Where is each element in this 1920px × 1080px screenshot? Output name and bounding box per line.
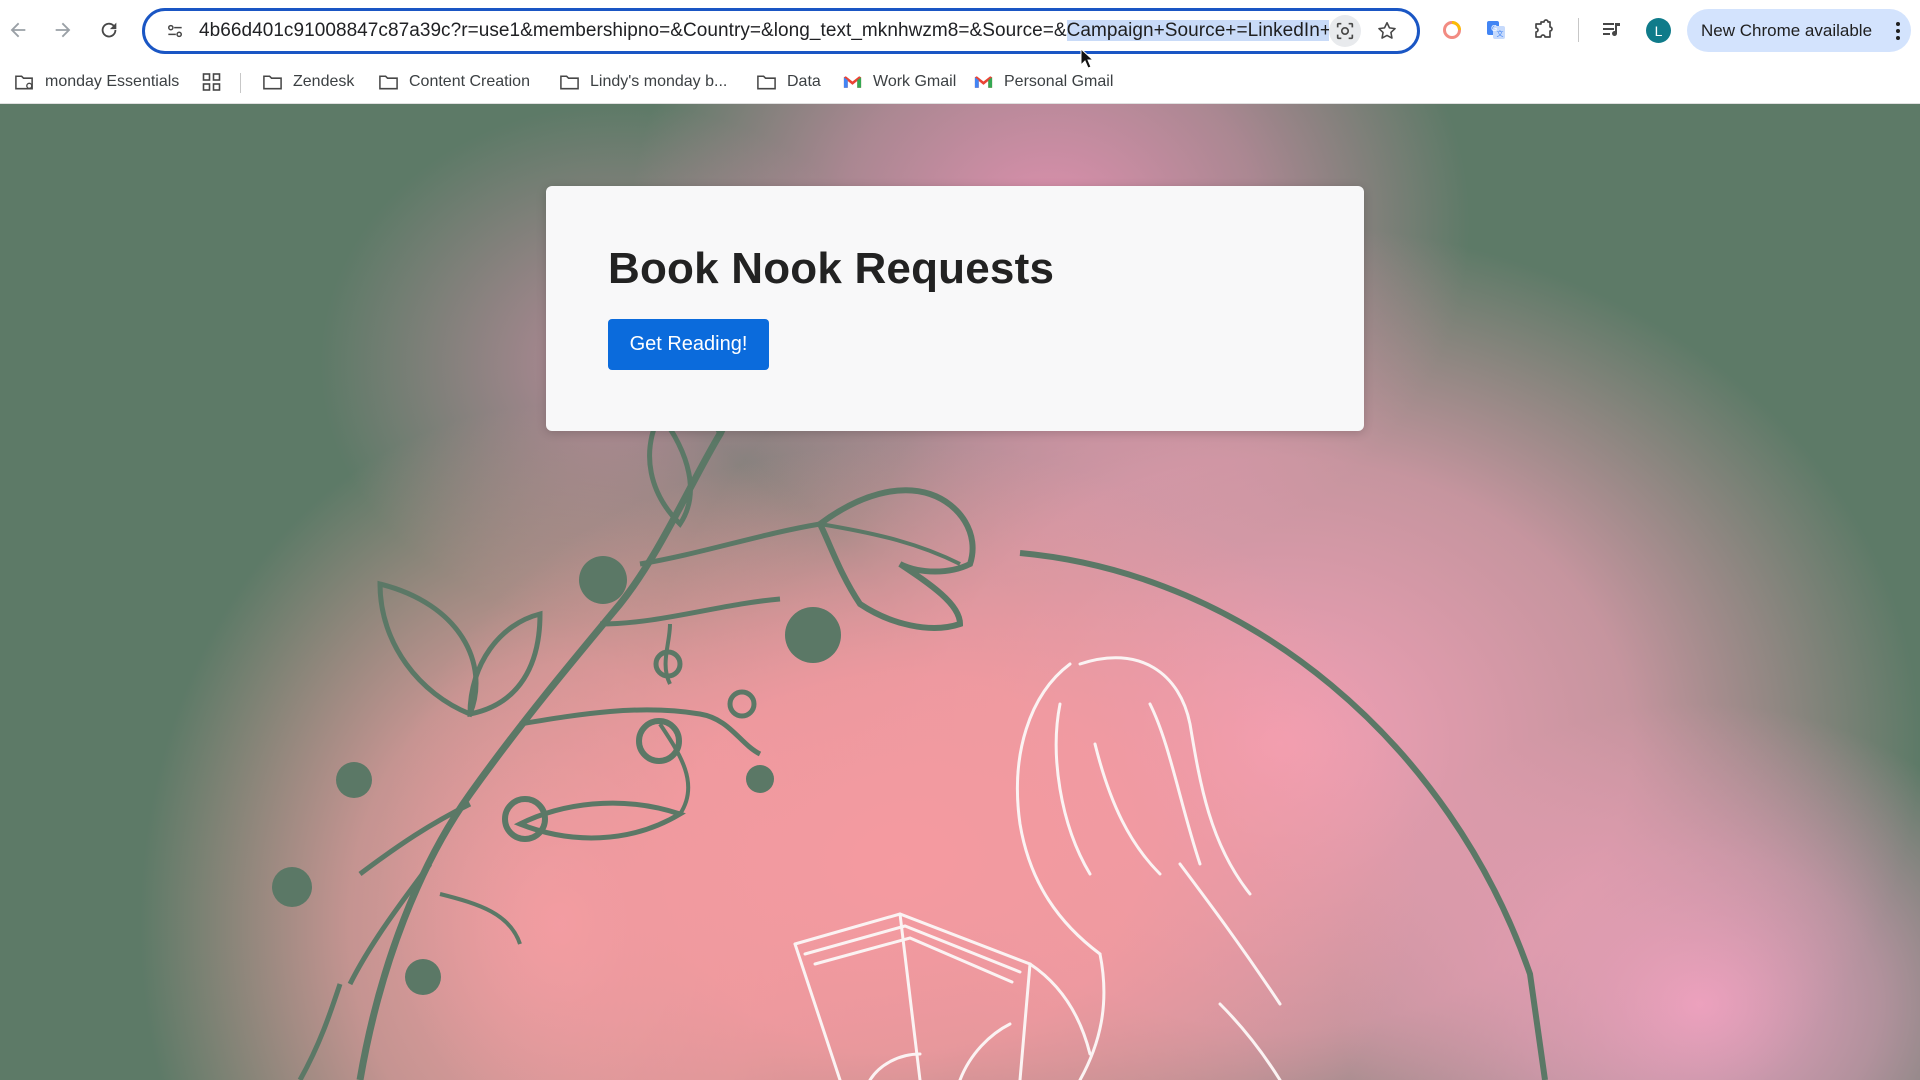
update-chrome-label: New Chrome available (1701, 20, 1873, 40)
bookmark-apps[interactable] (201, 68, 222, 96)
extensions-puzzle-icon (1535, 19, 1553, 38)
page-background: Book Nook Requests Get Reading! (0, 104, 1920, 1080)
svg-text:文: 文 (1497, 29, 1504, 38)
update-chrome-button[interactable]: New Chrome available (1687, 9, 1911, 52)
folder-icon (263, 75, 282, 90)
bookmark-lindys-monday[interactable]: Lindy's monday b... (559, 68, 727, 96)
translate-button[interactable]: G文 (1480, 14, 1512, 46)
lens-button[interactable] (1329, 15, 1361, 47)
url-selection: Campaign+Source+=LinkedIn+ (1066, 20, 1329, 41)
browser-toolbar: 4b66d401c91008847c87a39c?r=use1&membersh… (0, 0, 1920, 61)
get-reading-button[interactable]: Get Reading! (608, 319, 769, 370)
reload-button[interactable] (91, 12, 127, 48)
bookmarks-bar: monday Essentials Zendesk Content Creati… (0, 61, 1920, 104)
bookmark-personal-gmail[interactable]: Personal Gmail (973, 68, 1113, 96)
site-settings-button[interactable] (153, 11, 197, 51)
url-text[interactable]: 4b66d401c91008847c87a39c?r=use1&membersh… (197, 11, 1329, 51)
bookmark-data[interactable]: Data (756, 68, 821, 96)
gmail-icon (974, 76, 993, 88)
translate-icon: G文 (1487, 21, 1505, 39)
apps-grid-icon (202, 73, 221, 91)
bookmark-work-gmail[interactable]: Work Gmail (842, 68, 956, 96)
bookmark-star-icon (1378, 21, 1396, 39)
forward-arrow-icon (55, 22, 71, 38)
bookmark-label: Personal Gmail (1004, 73, 1114, 90)
reload-icon (101, 22, 117, 38)
extension-ring-icon (1443, 21, 1461, 39)
media-queue-icon (1603, 23, 1620, 36)
extension-button[interactable] (1436, 14, 1468, 46)
folder-icon (379, 75, 398, 90)
back-arrow-icon (10, 22, 26, 38)
bookmark-label: Work Gmail (873, 73, 957, 90)
bookmark-label: Zendesk (293, 73, 355, 90)
decorative-circle-arc (1019, 550, 1548, 1080)
form-header-card: Book Nook Requests Get Reading! (546, 186, 1364, 431)
extensions-button[interactable] (1528, 14, 1560, 46)
bookmark-label: Data (787, 73, 821, 90)
bookmark-monday-essentials[interactable]: monday Essentials (14, 68, 179, 96)
folder-icon (560, 75, 579, 90)
bookmark-zendesk[interactable]: Zendesk (262, 68, 354, 96)
forward-button[interactable] (45, 12, 81, 48)
reading-girl-drawing (793, 656, 1282, 1080)
kebab-menu-icon (1896, 21, 1900, 40)
mouse-cursor-icon (1080, 48, 1094, 69)
bookmark-label: Content Creation (409, 73, 530, 90)
folder-icon (757, 75, 776, 90)
url-prefix: 4b66d401c91008847c87a39c?r=use1&membersh… (199, 20, 1067, 41)
media-queue-button[interactable] (1596, 14, 1628, 46)
page-title: Book Nook Requests (608, 244, 1055, 293)
back-button[interactable] (0, 12, 36, 48)
bookmark-content-creation[interactable]: Content Creation (378, 68, 530, 96)
gmail-icon (843, 76, 862, 88)
profile-avatar[interactable]: L (1646, 18, 1671, 43)
bookmark-label: monday Essentials (45, 73, 180, 90)
folder-gear-icon (15, 75, 33, 90)
address-bar[interactable]: 4b66d401c91008847c87a39c?r=use1&membersh… (142, 8, 1420, 54)
bookmark-label: Lindy's monday b... (590, 73, 728, 90)
site-settings-icon (168, 24, 182, 38)
bookmark-star-button[interactable] (1371, 15, 1403, 47)
toolbar-divider (1578, 18, 1579, 42)
bookmark-separator (240, 73, 241, 93)
lens-icon (1336, 22, 1354, 40)
menu-button[interactable] (1895, 20, 1901, 42)
